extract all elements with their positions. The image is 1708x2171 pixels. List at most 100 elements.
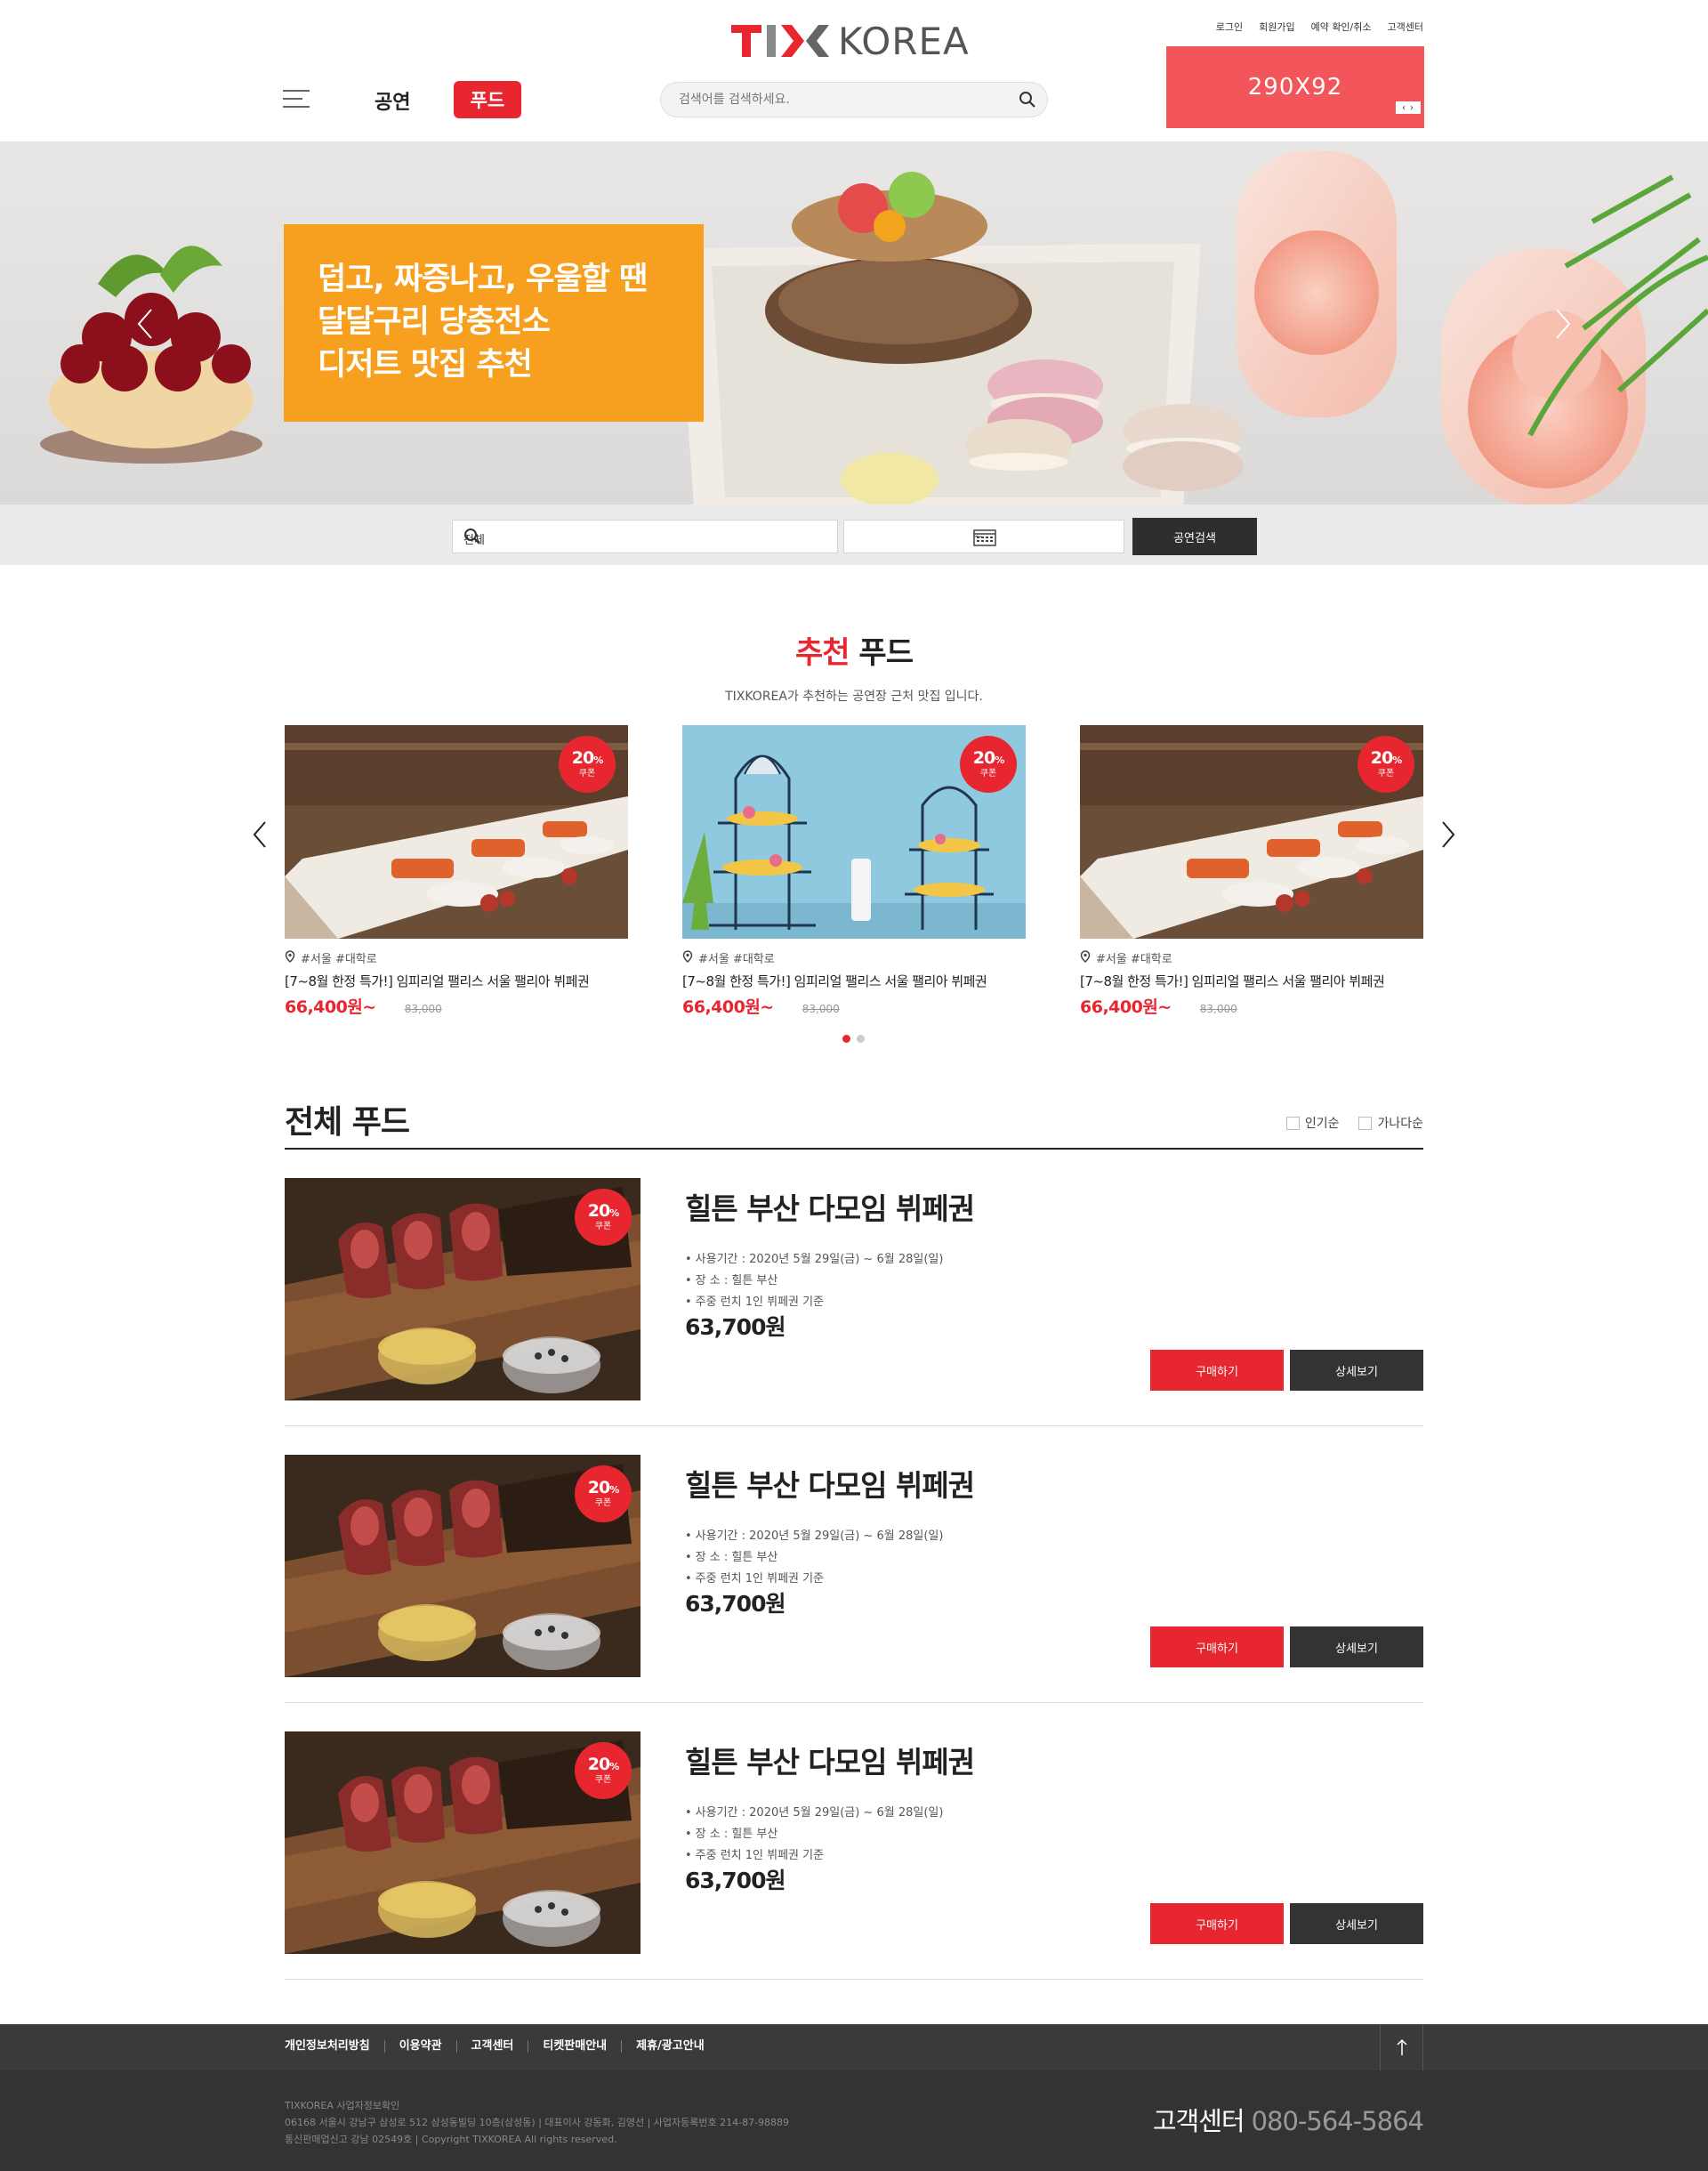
site-logo[interactable]: KOREA bbox=[731, 16, 970, 66]
signup-link[interactable]: 회원가입 bbox=[1259, 20, 1294, 34]
footer-info: TIXKOREA 사업자정보확인 06168 서울시 강남구 삼성로 512 삼… bbox=[0, 2070, 1708, 2171]
item-detail: 장 소 : 힐튼 부산 bbox=[685, 1824, 943, 1845]
footer-customer-center-link[interactable]: 고객센터 bbox=[455, 2040, 528, 2053]
hero-next-arrow-icon[interactable] bbox=[1550, 306, 1576, 342]
item-detail: 장 소 : 힐튼 부산 bbox=[685, 1271, 943, 1292]
category-select[interactable]: 전체 bbox=[452, 520, 838, 553]
search-input[interactable] bbox=[661, 83, 999, 117]
card-tag-text: #서울 #대학로 bbox=[1096, 953, 1172, 966]
hero-copy-box[interactable]: 덥고, 짜증나고, 우울할 땐 달달구리 당충전소 디저트 맛집 추천 bbox=[284, 224, 704, 422]
badge-percent: 20 bbox=[587, 1201, 610, 1221]
checkbox-icon[interactable] bbox=[1358, 1116, 1373, 1130]
item-price: 63,700원 bbox=[685, 1591, 786, 1617]
coupon-badge: 20% 쿠폰 bbox=[575, 1465, 632, 1522]
reservation-check-link[interactable]: 예약 확인/취소 bbox=[1311, 20, 1372, 34]
badge-unit: % bbox=[609, 1761, 619, 1772]
carousel-next-icon[interactable] bbox=[1438, 819, 1459, 851]
badge-percent: 20 bbox=[587, 1755, 610, 1774]
recommended-title-rest: 푸드 bbox=[849, 635, 914, 671]
calendar-icon[interactable] bbox=[973, 529, 1116, 550]
card-price: 66,400원~ bbox=[285, 997, 376, 1017]
card-title[interactable]: [7~8월 한정 특가!] 임피리얼 팰리스 서울 팰리아 뷔페권 bbox=[285, 972, 628, 990]
item-title[interactable]: 힐튼 부산 다모임 뷔페권 bbox=[685, 1739, 975, 1781]
company-info: TIXKOREA 사업자정보확인 06168 서울시 강남구 삼성로 512 삼… bbox=[285, 2097, 789, 2148]
location-pin-icon bbox=[285, 949, 295, 966]
item-title[interactable]: 힐튼 부산 다모임 뷔페권 bbox=[685, 1185, 975, 1228]
card-tags: #서울 #대학로 bbox=[1080, 949, 1423, 966]
food-list-item: 20% 쿠폰 힐튼 부산 다모임 뷔페권 사용기간 : 2020년 5월 29일… bbox=[285, 1150, 1423, 1426]
carousel-dot-2[interactable] bbox=[857, 1035, 865, 1043]
scroll-top-arrow-icon[interactable] bbox=[1380, 2024, 1423, 2070]
card-prices: 66,400원~ 83,000 bbox=[1080, 994, 1423, 1018]
chevron-right-icon[interactable]: › bbox=[1410, 103, 1414, 113]
badge-label: 쿠폰 bbox=[594, 1498, 612, 1508]
hero-dessert-illustration bbox=[40, 150, 1708, 504]
search-icon[interactable] bbox=[463, 528, 828, 549]
customer-center-phone: 고객센터 080-564-5864 bbox=[1153, 2101, 1424, 2138]
recommended-title-highlight: 추천 bbox=[795, 635, 850, 671]
ad-label: 290X92 bbox=[1247, 74, 1343, 101]
badge-unit: % bbox=[609, 1207, 619, 1219]
company-info-line[interactable]: TIXKOREA 사업자정보확인 bbox=[285, 2097, 789, 2114]
item-detail: 장 소 : 힐튼 부산 bbox=[685, 1547, 943, 1569]
menu-icon[interactable] bbox=[283, 90, 310, 109]
date-range-field[interactable]: ~ bbox=[843, 520, 1124, 553]
chevron-left-icon[interactable]: ‹ bbox=[1402, 103, 1406, 113]
hero-prev-arrow-icon[interactable] bbox=[132, 306, 158, 342]
sort-popular[interactable]: 인기순 bbox=[1285, 1114, 1340, 1132]
buffet-photo: 20% 쿠폰 bbox=[1080, 725, 1423, 939]
coupon-badge: 20% 쿠폰 bbox=[1358, 736, 1414, 793]
ad-banner[interactable]: 290X92 ‹ › bbox=[1166, 46, 1424, 128]
item-details: 사용기간 : 2020년 5월 29일(금) ~ 6월 28일(일) 장 소 :… bbox=[685, 1249, 944, 1313]
item-detail: 사용기간 : 2020년 5월 29일(금) ~ 6월 28일(일) bbox=[685, 1526, 944, 1547]
item-details: 사용기간 : 2020년 5월 29일(금) ~ 6월 28일(일) 장 소 :… bbox=[685, 1526, 944, 1590]
item-title[interactable]: 힐튼 부산 다모임 뷔페권 bbox=[685, 1462, 975, 1505]
coupon-badge: 20% 쿠폰 bbox=[575, 1189, 632, 1246]
badge-label: 쿠폰 bbox=[1377, 769, 1395, 779]
card-tags: #서울 #대학로 bbox=[285, 949, 628, 966]
badge-unit: % bbox=[593, 755, 603, 766]
card-original-price: 83,000 bbox=[802, 1003, 840, 1015]
buy-button[interactable]: 구매하기 bbox=[1150, 1626, 1284, 1667]
nav-performance[interactable]: 공연 bbox=[375, 86, 410, 115]
recommended-card[interactable]: 20% 쿠폰 #서울 #대학로 [7~8월 한정 특가!] 임피리얼 팰리스 서… bbox=[682, 725, 1026, 1018]
customer-center-link[interactable]: 고객센터 bbox=[1388, 20, 1423, 34]
sort-alphabetical[interactable]: 가나다순 bbox=[1358, 1114, 1423, 1132]
detail-button[interactable]: 상세보기 bbox=[1290, 1903, 1423, 1944]
nav-food[interactable]: 푸드 bbox=[454, 81, 521, 118]
carousel-dot-1[interactable] bbox=[842, 1035, 850, 1043]
terms-link[interactable]: 이용약관 bbox=[383, 2040, 456, 2053]
search-icon[interactable] bbox=[1019, 91, 1036, 112]
carousel-prev-icon[interactable] bbox=[249, 819, 270, 851]
footer-links: 개인정보처리방침 이용약관 고객센터 티켓판매안내 제휴/광고안내 bbox=[285, 2040, 719, 2053]
buy-button[interactable]: 구매하기 bbox=[1150, 1903, 1284, 1944]
recommended-card[interactable]: 20% 쿠폰 #서울 #대학로 [7~8월 한정 특가!] 임피리얼 팰리스 서… bbox=[285, 725, 628, 1018]
recommended-card[interactable]: 20% 쿠폰 #서울 #대학로 [7~8월 한정 특가!] 임피리얼 팰리스 서… bbox=[1080, 725, 1423, 1018]
card-prices: 66,400원~ 83,000 bbox=[682, 994, 1026, 1018]
buy-button[interactable]: 구매하기 bbox=[1150, 1350, 1284, 1391]
sort-label: 인기순 bbox=[1304, 1117, 1340, 1131]
steak-photo[interactable]: 20% 쿠폰 bbox=[285, 1455, 640, 1677]
ticket-sales-link[interactable]: 티켓판매안내 bbox=[528, 2040, 621, 2053]
card-price: 66,400원~ bbox=[682, 997, 774, 1017]
detail-button[interactable]: 상세보기 bbox=[1290, 1626, 1423, 1667]
steak-photo[interactable]: 20% 쿠폰 bbox=[285, 1178, 640, 1400]
coupon-badge: 20% 쿠폰 bbox=[559, 736, 616, 793]
detail-button[interactable]: 상세보기 bbox=[1290, 1350, 1423, 1391]
badge-percent: 20 bbox=[972, 748, 995, 768]
badge-percent: 20 bbox=[587, 1478, 610, 1497]
privacy-policy-link[interactable]: 개인정보처리방침 bbox=[285, 2040, 384, 2053]
card-original-price: 83,000 bbox=[404, 1003, 442, 1015]
company-info-line: 통신판매업신고 강남 02549호 | Copyright TIXKOREA A… bbox=[285, 2134, 617, 2145]
card-title[interactable]: [7~8월 한정 특가!] 임피리얼 팰리스 서울 팰리아 뷔페권 bbox=[1080, 972, 1423, 990]
card-tag-text: #서울 #대학로 bbox=[698, 953, 775, 966]
steak-photo[interactable]: 20% 쿠폰 bbox=[285, 1731, 640, 1954]
badge-unit: % bbox=[1392, 755, 1402, 766]
card-title[interactable]: [7~8월 한정 특가!] 임피리얼 팰리스 서울 팰리아 뷔페권 bbox=[682, 972, 1026, 990]
login-link[interactable]: 로그인 bbox=[1216, 20, 1243, 34]
performance-search-button[interactable]: 공연검색 bbox=[1132, 518, 1257, 555]
checkbox-icon[interactable] bbox=[1285, 1116, 1300, 1130]
recommended-subtitle: TIXKOREA가 추천하는 공연장 근처 맛집 입니다. bbox=[725, 690, 983, 704]
sort-label: 가나다순 bbox=[1377, 1117, 1423, 1131]
partnership-link[interactable]: 제휴/광고안내 bbox=[621, 2040, 719, 2053]
